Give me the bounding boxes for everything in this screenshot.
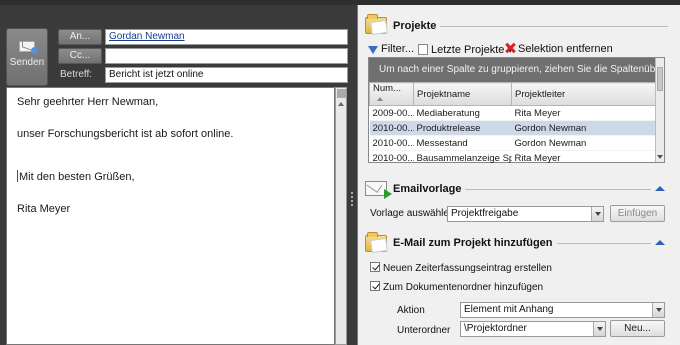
template-select[interactable]: Projektfreigabe <box>447 206 604 222</box>
to-button[interactable]: An... <box>58 29 102 45</box>
document-folder-checkbox[interactable]: Zum Dokumentenordner hinzufügen <box>370 281 543 293</box>
document-icon <box>418 44 428 55</box>
scroll-up-icon[interactable] <box>338 102 344 106</box>
recent-projects-label: Letzte Projekte <box>431 44 505 56</box>
table-row[interactable]: 2010-00... Bausammelanzeige Spe... Rita … <box>369 150 656 166</box>
scroll-down-icon[interactable] <box>657 155 663 159</box>
add-to-project-folder-icon <box>365 232 387 252</box>
cc-field[interactable] <box>105 48 348 64</box>
template-section-title: Emailvorlage <box>393 183 466 195</box>
attach-section-title: E-Mail zum Projekt hinzufügen <box>393 237 557 249</box>
body-greeting: Sehr geehrter Herr Newman, <box>17 96 159 108</box>
dropdown-arrow-icon[interactable] <box>652 303 664 317</box>
body-signature: Rita Meyer <box>17 203 71 215</box>
table-row[interactable]: 2010-00... Messestand Gordon Newman <box>369 135 656 151</box>
projects-section-title: Projekte <box>393 20 441 32</box>
filter-button[interactable]: Filter... <box>368 43 414 55</box>
project-side-panel <box>357 5 680 345</box>
pane-splitter-handle[interactable] <box>350 190 354 210</box>
cell-project-lead: Rita Meyer <box>511 105 656 121</box>
grid-scrollbar[interactable] <box>655 58 664 162</box>
action-label: Aktion <box>397 305 425 316</box>
recent-projects-button[interactable]: Letzte Projekte ▾ <box>418 43 513 56</box>
cell-number: 2010-00... <box>369 135 414 151</box>
group-by-area[interactable]: Um nach einer Spalte zu gruppieren, zieh… <box>369 58 656 82</box>
send-envelope-icon <box>19 41 38 54</box>
column-project-name[interactable]: Projektname <box>413 82 512 106</box>
cell-project-name: Messestand <box>413 135 512 151</box>
cell-number: 2010-00... <box>369 120 414 136</box>
new-subfolder-button[interactable]: Neu... <box>610 320 665 337</box>
time-entry-label: Neuen Zeiterfassungseintrag erstellen <box>383 263 552 274</box>
insert-template-button[interactable]: Einfügen <box>610 205 665 222</box>
projects-table: Num... Projektname Projektleiter 2009-00… <box>369 82 656 166</box>
cell-number: 2010-00... <box>369 150 414 166</box>
editor-scrollbar[interactable] <box>335 87 347 345</box>
column-number[interactable]: Num... <box>369 82 414 106</box>
subfolder-select[interactable]: \Projektordner <box>460 321 606 337</box>
column-project-lead[interactable]: Projektleiter <box>511 82 656 106</box>
checkbox-checked-icon <box>370 281 380 291</box>
grid-scroll-thumb[interactable] <box>657 67 663 91</box>
template-selected-value: Projektfreigabe <box>451 208 519 219</box>
clear-selection-label: Selektion entfernen <box>518 43 613 55</box>
message-body-editor[interactable]: Sehr geehrter Herr Newman, unser Forschu… <box>6 87 335 345</box>
action-selected-value: Element mit Anhang <box>464 304 554 315</box>
document-folder-label: Zum Dokumentenordner hinzufügen <box>383 282 544 293</box>
to-field[interactable]: Gordan Newman <box>105 29 348 45</box>
cell-project-lead: Gordon Newman <box>511 120 656 136</box>
table-row-selected[interactable]: 2010-00... Produktrelease Gordon Newman <box>369 120 656 136</box>
cell-project-name: Produktrelease <box>413 120 512 136</box>
projects-folder-icon <box>365 14 387 34</box>
send-button[interactable]: Senden <box>6 28 48 86</box>
body-closing: Mit den besten Grüßen, <box>19 171 135 183</box>
subfolder-label: Unterordner <box>397 325 451 336</box>
send-label: Senden <box>9 57 45 68</box>
ruler-toggle-icon[interactable] <box>337 89 346 98</box>
sort-ascending-icon <box>377 97 383 101</box>
projects-grid[interactable]: Um nach einer Spalte zu gruppieren, zieh… <box>368 57 665 166</box>
dropdown-arrow-icon[interactable] <box>591 207 603 221</box>
collapse-attach-icon[interactable] <box>655 240 665 245</box>
delete-icon <box>505 43 515 54</box>
subject-label: Betreff: <box>60 69 93 80</box>
filter-icon <box>368 46 378 54</box>
body-line: unser Forschungsbericht ist ab sofort on… <box>17 128 234 140</box>
collapse-template-icon[interactable] <box>655 186 665 191</box>
action-select[interactable]: Element mit Anhang <box>460 302 665 318</box>
subject-field[interactable]: Bericht ist jetzt online <box>105 67 348 83</box>
cell-project-name: Bausammelanzeige Spe... <box>413 150 512 166</box>
table-row[interactable]: 2009-00... Mediaberatung Rita Meyer <box>369 105 656 121</box>
template-choose-label: Vorlage auswählen <box>370 208 455 219</box>
dropdown-arrow-icon[interactable] <box>593 322 605 336</box>
cell-project-name: Mediaberatung <box>413 105 512 121</box>
table-header-row: Num... Projektname Projektleiter <box>369 82 656 106</box>
clear-selection-button[interactable]: Selektion entfernen <box>505 43 613 55</box>
cc-button[interactable]: Cc... <box>58 48 102 64</box>
filter-label: Filter... <box>381 43 415 55</box>
text-caret <box>17 170 18 182</box>
subfolder-selected-value: \Projektordner <box>464 323 527 334</box>
checkbox-checked-icon <box>370 262 380 272</box>
cell-project-lead: Rita Meyer <box>511 150 656 166</box>
cell-number: 2009-00... <box>369 105 414 121</box>
cell-project-lead: Gordon Newman <box>511 135 656 151</box>
time-entry-checkbox[interactable]: Neuen Zeiterfassungseintrag erstellen <box>370 262 552 274</box>
email-template-icon <box>365 181 392 199</box>
